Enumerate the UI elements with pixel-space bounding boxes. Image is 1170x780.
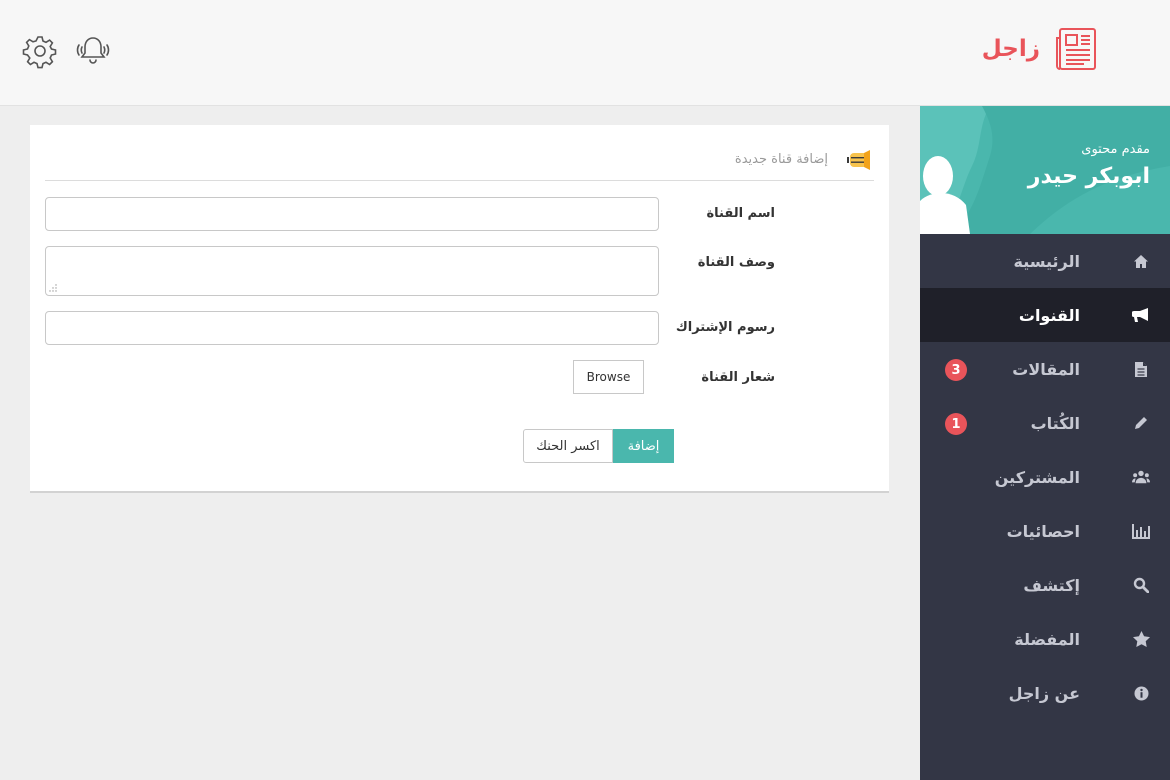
- sidebar-item-label: المشتركين: [994, 467, 1080, 487]
- home-icon: [1132, 252, 1150, 270]
- subscription-fee-field[interactable]: [45, 311, 659, 345]
- subscription-fee-label: رسوم الإشتراك: [675, 320, 775, 335]
- sidebar-item-channels[interactable]: القنوات: [920, 288, 1170, 342]
- channel-name-input[interactable]: [46, 198, 658, 230]
- newspaper-icon: [1056, 28, 1096, 70]
- profile-card: مقدم محتوى ابوبكر حيدر: [920, 106, 1170, 234]
- sidebar: مقدم محتوى ابوبكر حيدر الرئيسية القنوات …: [920, 106, 1170, 780]
- channel-name-label: اسم القناة: [706, 206, 775, 221]
- sidebar-item-about[interactable]: عن زاجل: [920, 666, 1170, 720]
- users-icon: [1132, 468, 1150, 486]
- browse-button[interactable]: Browse: [573, 360, 644, 394]
- add-channel-panel: إضافة قناة جديدة اسم القناة وصف القناة ر…: [30, 125, 889, 493]
- user-name: ابوبكر حيدر: [1027, 164, 1150, 189]
- sidebar-item-label: المفضلة: [1014, 629, 1080, 649]
- sidebar-item-statistics[interactable]: احصائيات: [920, 504, 1170, 558]
- sidebar-item-subscribers[interactable]: المشتركين: [920, 450, 1170, 504]
- file-icon: [1132, 360, 1150, 378]
- sidebar-item-label: القنوات: [1018, 305, 1080, 325]
- bar-chart-icon: [1132, 522, 1150, 540]
- gear-icon[interactable]: [22, 33, 58, 69]
- channel-description-field[interactable]: [45, 246, 659, 296]
- sidebar-item-label: إكتشف: [1023, 575, 1080, 595]
- sidebar-item-label: عن زاجل: [1008, 683, 1080, 703]
- channel-description-label: وصف القناة: [697, 255, 775, 270]
- articles-count-badge: 3: [945, 359, 967, 381]
- bullhorn-icon: [1132, 306, 1150, 324]
- sidebar-item-explore[interactable]: إكتشف: [920, 558, 1170, 612]
- top-header: زاجل: [0, 0, 1170, 106]
- star-icon: [1132, 630, 1150, 648]
- megaphone-icon: [847, 149, 870, 170]
- sidebar-item-writers[interactable]: الكُتاب 1: [920, 396, 1170, 450]
- search-icon: [1132, 576, 1150, 594]
- sidebar-item-label: المقالات: [1012, 359, 1080, 379]
- add-channel-button[interactable]: إضافة: [613, 429, 674, 463]
- channel-logo-label: شعار القناة: [701, 370, 775, 385]
- sidebar-item-label: الكُتاب: [1030, 413, 1080, 433]
- subscription-fee-input[interactable]: [46, 312, 658, 344]
- sidebar-item-home[interactable]: الرئيسية: [920, 234, 1170, 288]
- channel-name-field[interactable]: [45, 197, 659, 231]
- panel-header: إضافة قناة جديدة: [45, 139, 874, 181]
- pencil-icon: [1132, 414, 1150, 432]
- user-role: مقدم محتوى: [1081, 142, 1150, 157]
- brand-name: زاجل: [981, 36, 1040, 62]
- sidebar-item-favorites[interactable]: المفضلة: [920, 612, 1170, 666]
- cancel-button[interactable]: اكسر الحنك: [523, 429, 613, 463]
- brand-logo[interactable]: زاجل: [982, 26, 1098, 72]
- panel-title: إضافة قناة جديدة: [734, 152, 828, 167]
- sidebar-item-label: احصائيات: [1006, 521, 1080, 541]
- info-icon: [1132, 684, 1150, 702]
- sidebar-item-label: الرئيسية: [1013, 251, 1081, 271]
- resize-grip-icon[interactable]: [49, 284, 57, 292]
- channel-description-textarea[interactable]: [46, 247, 658, 295]
- sidebar-nav: الرئيسية القنوات المقالات 3 الكُتاب 1 ال…: [920, 234, 1170, 720]
- sidebar-item-articles[interactable]: المقالات 3: [920, 342, 1170, 396]
- writers-count-badge: 1: [945, 413, 967, 435]
- bell-icon[interactable]: [75, 33, 111, 69]
